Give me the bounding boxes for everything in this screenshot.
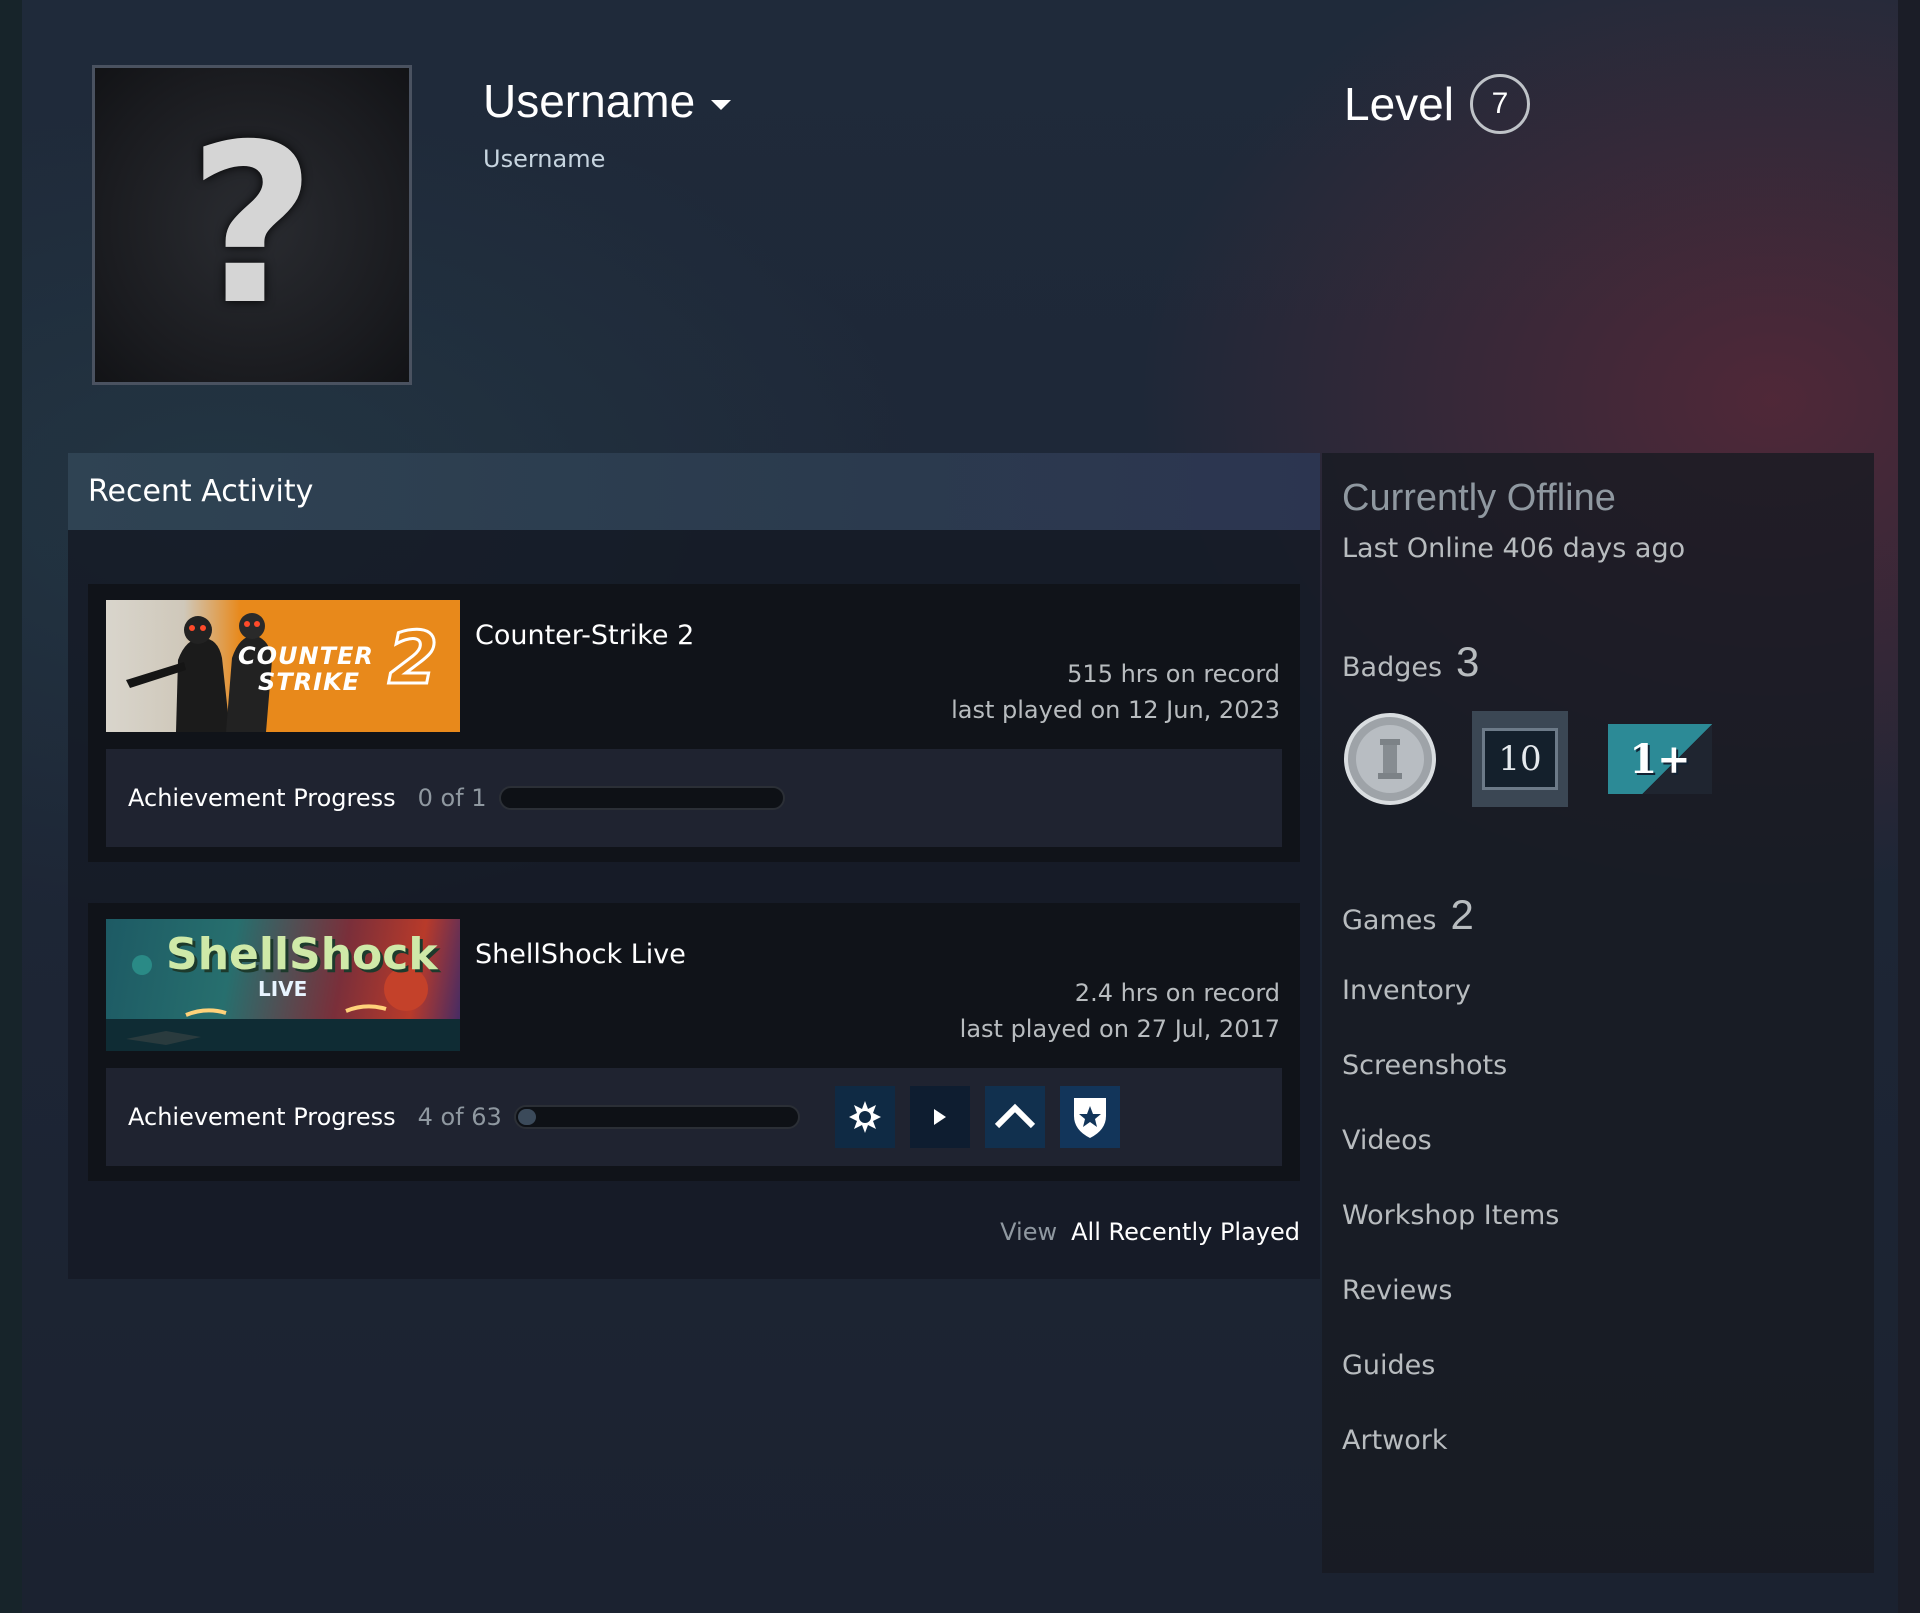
game-capsule-counter-strike-2[interactable]: COUNTER STRIKE 2	[106, 600, 460, 732]
guides-link[interactable]: Guides	[1342, 1350, 1435, 1381]
achievement-progress-track	[513, 1105, 800, 1129]
game-name-link[interactable]: ShellShock Live	[475, 939, 686, 970]
videos-link[interactable]: Videos	[1342, 1125, 1432, 1156]
games-count: 2	[1450, 891, 1474, 938]
game-name-link[interactable]: Counter-Strike 2	[475, 620, 694, 651]
years-badge-text: 10	[1482, 728, 1558, 790]
games-link[interactable]: Games 2	[1342, 891, 1474, 939]
badges-label: Badges	[1342, 652, 1443, 683]
username-label: Username	[483, 75, 696, 127]
chevron-down-icon	[711, 99, 732, 110]
badges-count: 3	[1456, 638, 1480, 685]
artwork-link[interactable]: Artwork	[1342, 1425, 1448, 1456]
game-last-played: last played on 12 Jun, 2023	[951, 696, 1280, 724]
online-status: Currently Offline	[1342, 477, 1616, 519]
recent-activity-title: Recent Activity	[88, 474, 314, 509]
achievement-progress-bar[interactable]: Achievement Progress 4 of 63	[106, 1068, 1282, 1166]
level-label: Level	[1344, 78, 1454, 130]
reviews-link[interactable]: Reviews	[1342, 1275, 1452, 1306]
achievement-progress-bar[interactable]: Achievement Progress 0 of 1	[106, 749, 1282, 847]
chevron-up-icon[interactable]	[984, 1086, 1045, 1148]
pillar-coin-badge-icon[interactable]	[1342, 711, 1438, 807]
game-hours: 2.4 hrs on record	[1074, 979, 1280, 1007]
recent-activity-panel: Recent Activity COUNTER STRIKE 2 Counter…	[68, 453, 1320, 1279]
capsule-title-numeral: 2	[386, 616, 439, 700]
real-name: Username	[483, 145, 606, 173]
game-capsule-shellshock-live[interactable]: ShellShock LIVE	[106, 919, 460, 1051]
right-edge	[1898, 0, 1920, 1613]
screenshots-link[interactable]: Screenshots	[1342, 1050, 1507, 1081]
question-mark-icon: ?	[188, 97, 316, 353]
play-arrow-icon[interactable]	[909, 1086, 970, 1148]
recent-activity-header: Recent Activity	[68, 453, 1320, 530]
achievement-progress-fill	[517, 1109, 536, 1125]
achievement-count: 0 of 1	[417, 784, 487, 812]
profile-sidebar: Currently Offline Last Online 406 days a…	[1322, 453, 1874, 1573]
achievement-progress-track	[498, 786, 785, 810]
achievement-label: Achievement Progress	[128, 784, 396, 812]
one-plus-badge-icon[interactable]: 1+	[1608, 724, 1712, 794]
capsule-title-line2: LIVE	[258, 977, 308, 1001]
last-online: Last Online 406 days ago	[1342, 533, 1686, 564]
capsule-title-line1: ShellShock	[166, 929, 438, 980]
gear-burst-icon[interactable]	[834, 1086, 895, 1148]
level-badge[interactable]: 7	[1469, 74, 1530, 134]
game-last-played: last played on 27 Jul, 2017	[959, 1015, 1280, 1043]
capsule-title-line1: COUNTER	[238, 642, 374, 670]
game-entry-shellshock-live: ShellShock LIVE ShellShock Live 2.4 hrs …	[88, 903, 1300, 1181]
achievement-label: Achievement Progress	[128, 1103, 396, 1131]
years-badge-icon[interactable]: 10	[1472, 711, 1568, 807]
level-display: Level 7	[1344, 74, 1530, 134]
avatar[interactable]: ?	[92, 65, 412, 385]
level-value: 7	[1491, 87, 1509, 120]
username-dropdown[interactable]: Username	[483, 74, 732, 128]
one-plus-badge-text: 1+	[1629, 735, 1691, 783]
shield-star-icon[interactable]	[1059, 1086, 1120, 1148]
game-entry-counter-strike-2: COUNTER STRIKE 2 Counter-Strike 2 515 hr…	[88, 584, 1300, 862]
inventory-link[interactable]: Inventory	[1342, 975, 1471, 1006]
achievement-count: 4 of 63	[417, 1103, 502, 1131]
capsule-title-line2: STRIKE	[258, 668, 361, 696]
view-all-recently-played[interactable]: View All Recently Played	[1000, 1218, 1300, 1246]
all-recently-played-link[interactable]: All Recently Played	[1071, 1218, 1300, 1246]
workshop-items-link[interactable]: Workshop Items	[1342, 1200, 1559, 1231]
view-label: View	[1000, 1218, 1058, 1246]
games-label: Games	[1342, 905, 1437, 936]
badges-link[interactable]: Badges 3	[1342, 638, 1479, 686]
profile-page: ? Username Username Level 7 Recent Activ…	[22, 0, 1898, 1613]
game-hours: 515 hrs on record	[1067, 660, 1280, 688]
left-edge	[0, 0, 22, 1613]
